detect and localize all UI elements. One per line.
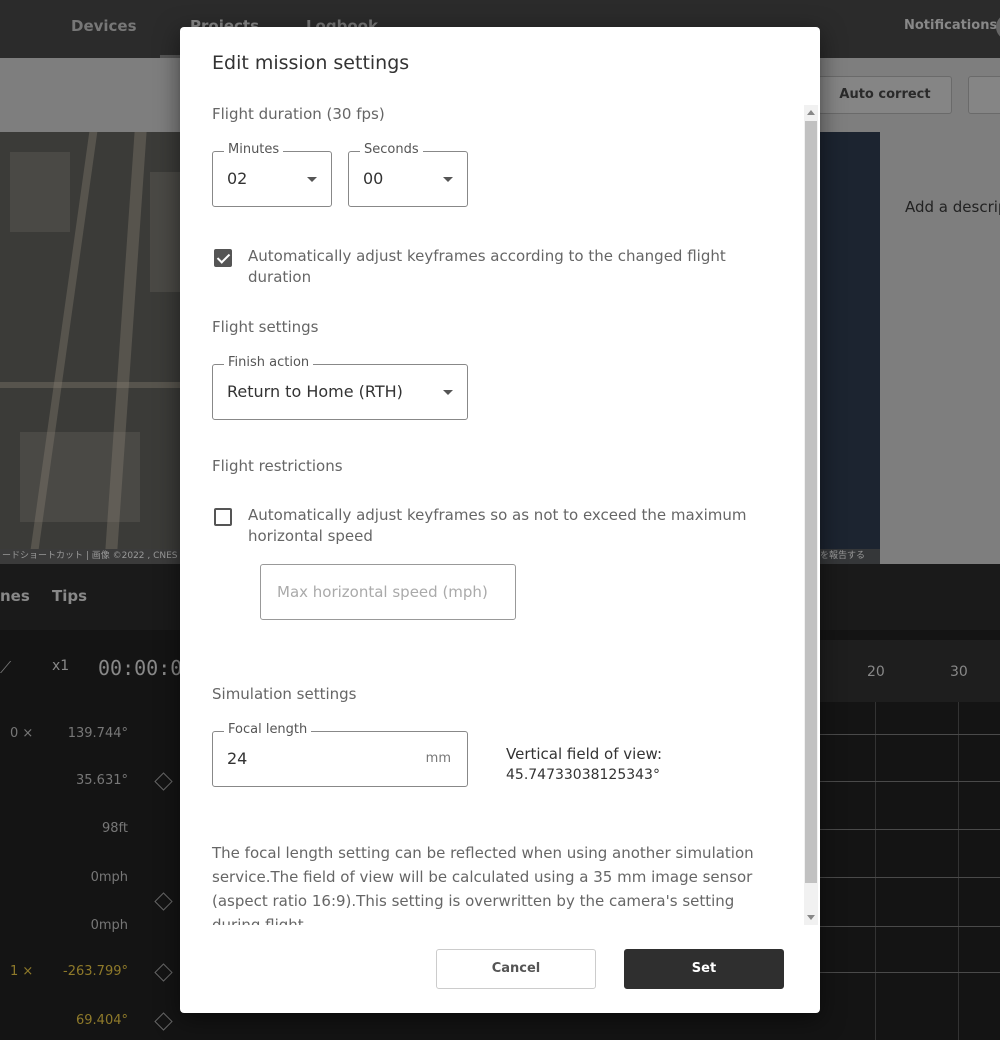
cancel-button[interactable]: Cancel — [436, 949, 596, 989]
speed-limit-checkbox[interactable] — [214, 508, 232, 526]
seconds-value: 00 — [363, 169, 384, 188]
vertical-fov-label: Vertical field of view: — [506, 745, 663, 763]
edit-mission-settings-dialog: Edit mission settings Flight duration (3… — [180, 27, 820, 1013]
finish-action-legend: Finish action — [224, 355, 314, 370]
finish-action-select[interactable]: Finish action Return to Home (RTH) — [212, 355, 468, 420]
set-button[interactable]: Set — [624, 949, 784, 989]
focal-length-help-text: The focal length setting can be reflecte… — [212, 844, 754, 925]
vertical-fov-readout: Vertical field of view: 45.7473303812534… — [506, 744, 662, 786]
chevron-down-icon — [307, 177, 317, 182]
dialog-scroll-content: Flight duration (30 fps) Minutes 02 Seco… — [180, 99, 820, 925]
simulation-settings-label: Simulation settings — [212, 685, 357, 703]
focal-length-value: 24 — [227, 749, 248, 768]
minutes-legend: Minutes — [224, 142, 284, 157]
chevron-down-icon — [443, 390, 453, 395]
max-horizontal-speed-placeholder: Max horizontal speed (mph) — [277, 583, 488, 601]
scrollbar-thumb[interactable] — [805, 121, 817, 883]
minutes-select[interactable]: Minutes 02 — [212, 142, 332, 207]
scroll-down-icon[interactable] — [807, 915, 815, 920]
flight-duration-label: Flight duration (30 fps) — [212, 105, 385, 123]
seconds-select[interactable]: Seconds 00 — [348, 142, 468, 207]
flight-restrictions-label: Flight restrictions — [212, 457, 343, 475]
minutes-value: 02 — [227, 169, 248, 188]
max-horizontal-speed-input[interactable]: Max horizontal speed (mph) — [260, 564, 516, 620]
vertical-fov-value: 45.74733038125343° — [506, 767, 660, 783]
dialog-title: Edit mission settings — [212, 52, 410, 74]
chevron-down-icon — [443, 177, 453, 182]
focal-length-input[interactable]: Focal length 24 mm — [212, 722, 468, 787]
focal-length-unit: mm — [425, 751, 451, 766]
scroll-up-icon[interactable] — [807, 110, 815, 115]
seconds-legend: Seconds — [360, 142, 423, 157]
auto-adjust-duration-checkbox[interactable] — [214, 249, 232, 267]
focal-length-legend: Focal length — [224, 722, 312, 737]
flight-settings-label: Flight settings — [212, 318, 319, 336]
dialog-scrollbar[interactable] — [804, 105, 818, 925]
auto-adjust-duration-label[interactable]: Automatically adjust keyframes according… — [248, 246, 748, 288]
speed-limit-label[interactable]: Automatically adjust keyframes so as not… — [248, 505, 748, 547]
finish-action-value: Return to Home (RTH) — [227, 382, 403, 401]
